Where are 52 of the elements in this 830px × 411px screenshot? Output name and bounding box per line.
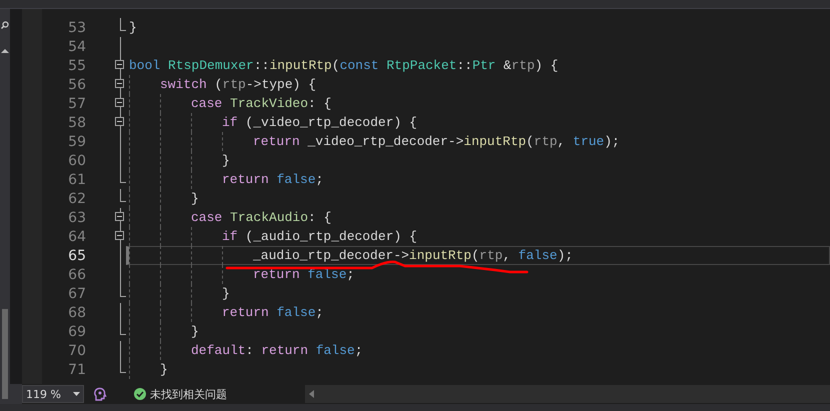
line-number: 69 bbox=[67, 324, 86, 340]
code-line: case TrackVideo: { bbox=[129, 94, 332, 113]
code-line: } bbox=[129, 189, 199, 208]
code-line: return _video_rtp_decoder->inputRtp(rtp, true); bbox=[129, 132, 620, 151]
horizontal-scrollbar[interactable] bbox=[305, 385, 830, 403]
line-number: 63 bbox=[67, 210, 86, 226]
fold-toggle[interactable] bbox=[115, 98, 124, 107]
check-icon bbox=[134, 388, 146, 400]
line-number: 54 bbox=[67, 38, 86, 54]
line-number: 71 bbox=[67, 362, 86, 378]
search-icon[interactable] bbox=[1, 21, 9, 29]
line-number: 56 bbox=[67, 76, 86, 92]
fold-toggle[interactable] bbox=[115, 60, 124, 69]
code-line: case TrackAudio: { bbox=[129, 208, 332, 227]
line-number: 68 bbox=[67, 304, 86, 320]
code-line: if (_video_rtp_decoder) { bbox=[129, 113, 418, 132]
code-line: } bbox=[129, 19, 137, 37]
line-number: 60 bbox=[67, 152, 86, 168]
line-number: 66 bbox=[67, 266, 86, 282]
line-number: 62 bbox=[67, 190, 86, 206]
triangle-icon bbox=[309, 390, 315, 398]
line-number: 67 bbox=[67, 286, 86, 302]
code-line: switch (rtp->type) { bbox=[129, 75, 316, 94]
code-line: return false; bbox=[129, 170, 324, 189]
code-line: bool RtspDemuxer::inputRtp(const RtpPacket::Ptr &rtp) { bbox=[129, 57, 558, 75]
line-number: 55 bbox=[67, 58, 86, 74]
code-line: _audio_rtp_decoder->inputRtp(rtp, false); bbox=[129, 246, 573, 265]
fold-toggle[interactable] bbox=[115, 212, 124, 221]
scrollbar-thumb[interactable] bbox=[2, 309, 8, 399]
code-line: return false; bbox=[129, 303, 324, 322]
line-number: 57 bbox=[67, 96, 86, 112]
line-number: 59 bbox=[67, 134, 86, 150]
line-number: 61 bbox=[67, 172, 86, 188]
caret-icon bbox=[73, 392, 80, 396]
code-line: } bbox=[129, 322, 199, 341]
line-number: 58 bbox=[67, 114, 86, 130]
fold-toggle[interactable] bbox=[115, 79, 124, 88]
code-line: } bbox=[129, 284, 230, 303]
line-number: 65 bbox=[67, 248, 86, 264]
code-line: } bbox=[129, 151, 230, 170]
code-line: } bbox=[129, 360, 168, 379]
code-line: return false; bbox=[129, 265, 354, 284]
line-number: 70 bbox=[67, 342, 86, 358]
line-number: 64 bbox=[67, 228, 86, 244]
code-line: if (_audio_rtp_decoder) { bbox=[129, 227, 418, 246]
line-number: 53 bbox=[67, 20, 86, 36]
fold-toggle[interactable] bbox=[115, 117, 124, 126]
code-line: default: return false; bbox=[129, 341, 363, 360]
zoom-dropdown[interactable]: 119 % bbox=[22, 385, 84, 403]
fold-toggle[interactable] bbox=[115, 231, 124, 240]
head-icon[interactable] bbox=[92, 386, 108, 402]
status-text: 未找到相关问题 bbox=[150, 386, 227, 402]
